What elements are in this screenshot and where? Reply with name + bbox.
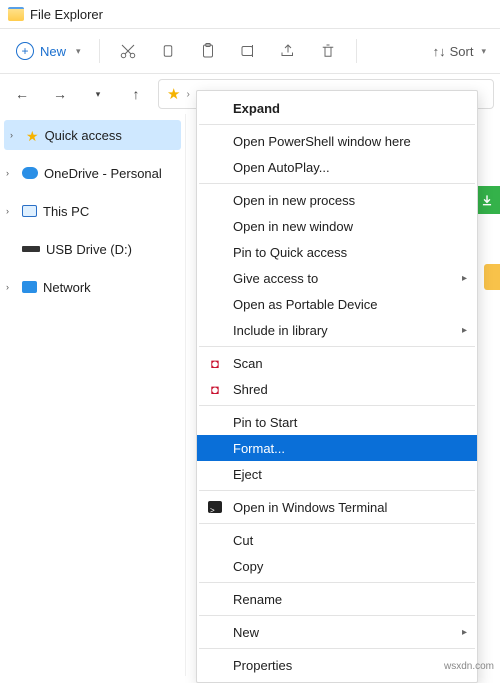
- sidebar-item-label: OneDrive - Personal: [44, 166, 162, 181]
- star-icon: ★: [167, 85, 180, 103]
- chevron-right-icon: ›: [6, 282, 16, 292]
- rename-button[interactable]: [230, 33, 266, 69]
- sort-button[interactable]: ↑↓ Sort ▾: [427, 33, 492, 69]
- toolbar: + New ▾ ↑↓ Sort ▾: [0, 29, 500, 73]
- sidebar-item-onedrive[interactable]: › OneDrive - Personal: [0, 158, 185, 188]
- menu-open-new-process[interactable]: Open in new process: [197, 187, 477, 213]
- menu-expand[interactable]: Expand: [197, 95, 477, 121]
- share-button[interactable]: [270, 33, 306, 69]
- menu-open-autoplay[interactable]: Open AutoPlay...: [197, 154, 477, 180]
- chevron-right-icon: ▸: [462, 325, 467, 336]
- menu-pin-start[interactable]: Pin to Start: [197, 409, 477, 435]
- menu-open-terminal[interactable]: Open in Windows Terminal: [197, 494, 477, 520]
- chevron-right-icon: ›: [186, 89, 189, 100]
- menu-separator: [199, 124, 475, 125]
- pc-icon: [22, 205, 37, 217]
- cloud-icon: [22, 167, 38, 179]
- menu-separator: [199, 490, 475, 491]
- menu-pin-quick-access[interactable]: Pin to Quick access: [197, 239, 477, 265]
- sidebar-item-label: Network: [43, 280, 91, 295]
- menu-open-powershell[interactable]: Open PowerShell window here: [197, 128, 477, 154]
- menu-give-access[interactable]: Give access to▸: [197, 265, 477, 291]
- chevron-down-icon[interactable]: ▾: [82, 78, 114, 110]
- separator: [356, 39, 357, 63]
- menu-properties[interactable]: Properties: [197, 652, 477, 678]
- window-title: File Explorer: [30, 7, 103, 22]
- menu-copy[interactable]: Copy: [197, 553, 477, 579]
- plus-icon: +: [16, 42, 34, 60]
- star-icon: ★: [26, 128, 39, 142]
- folder-icon: [8, 7, 24, 21]
- network-icon: [22, 281, 37, 293]
- separator: [99, 39, 100, 63]
- menu-eject[interactable]: Eject: [197, 461, 477, 487]
- menu-scan[interactable]: ◘Scan: [197, 350, 477, 376]
- menu-separator: [199, 615, 475, 616]
- chevron-right-icon: ›: [6, 168, 16, 178]
- chevron-down-icon: ▾: [76, 46, 81, 57]
- sidebar-item-label: This PC: [43, 204, 89, 219]
- delete-button[interactable]: [310, 33, 346, 69]
- menu-separator: [199, 346, 475, 347]
- sort-icon: ↑↓: [433, 44, 446, 59]
- shield-icon: ◘: [207, 355, 223, 371]
- up-button[interactable]: ↑: [120, 78, 152, 110]
- context-menu: Expand Open PowerShell window here Open …: [196, 90, 478, 683]
- new-label: New: [40, 44, 66, 59]
- menu-separator: [199, 523, 475, 524]
- cut-button[interactable]: [110, 33, 146, 69]
- sidebar: › ★ Quick access › OneDrive - Personal ›…: [0, 114, 186, 676]
- menu-include-library[interactable]: Include in library▸: [197, 317, 477, 343]
- shield-icon: ◘: [207, 381, 223, 397]
- menu-open-new-window[interactable]: Open in new window: [197, 213, 477, 239]
- sort-label: Sort: [450, 44, 474, 59]
- menu-separator: [199, 582, 475, 583]
- paste-button[interactable]: [190, 33, 226, 69]
- sidebar-item-quick-access[interactable]: › ★ Quick access: [4, 120, 181, 150]
- terminal-icon: [207, 499, 223, 515]
- copy-button[interactable]: [150, 33, 186, 69]
- menu-rename[interactable]: Rename: [197, 586, 477, 612]
- new-button[interactable]: + New ▾: [8, 33, 89, 69]
- folder-badge: [484, 264, 500, 290]
- chevron-down-icon: ▾: [481, 46, 486, 57]
- forward-button[interactable]: →: [44, 78, 76, 110]
- chevron-right-icon: ›: [6, 206, 16, 216]
- usb-icon: [22, 246, 40, 252]
- sidebar-item-usb-drive[interactable]: USB Drive (D:): [0, 234, 185, 264]
- menu-new[interactable]: New▸: [197, 619, 477, 645]
- sidebar-item-this-pc[interactable]: › This PC: [0, 196, 185, 226]
- chevron-right-icon: ▸: [462, 627, 467, 638]
- menu-cut[interactable]: Cut: [197, 527, 477, 553]
- titlebar: File Explorer: [0, 0, 500, 28]
- menu-shred[interactable]: ◘Shred: [197, 376, 477, 402]
- back-button[interactable]: ←: [6, 78, 38, 110]
- menu-format[interactable]: Format...: [197, 435, 477, 461]
- sidebar-item-label: Quick access: [45, 128, 122, 143]
- sidebar-item-network[interactable]: › Network: [0, 272, 185, 302]
- watermark: wsxdn.com: [444, 661, 494, 672]
- chevron-right-icon: ▸: [462, 273, 467, 284]
- menu-separator: [199, 183, 475, 184]
- menu-separator: [199, 405, 475, 406]
- menu-open-portable[interactable]: Open as Portable Device: [197, 291, 477, 317]
- menu-separator: [199, 648, 475, 649]
- chevron-right-icon: ›: [10, 130, 20, 140]
- sidebar-item-label: USB Drive (D:): [46, 242, 132, 257]
